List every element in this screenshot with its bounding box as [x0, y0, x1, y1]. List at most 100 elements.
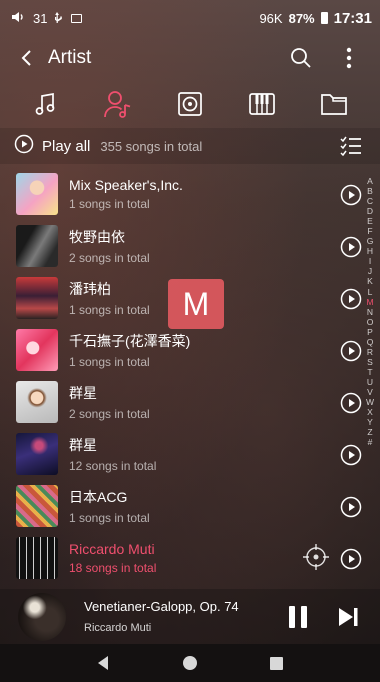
- alphabet-letter[interactable]: G: [367, 236, 374, 246]
- artist-row[interactable]: Mix Speaker's,Inc. 1 songs in total: [0, 168, 380, 220]
- music-app-screen: 31 96K 87% 17:31 Artist Play all 355 son…: [0, 0, 380, 682]
- gallery-notification-icon: [71, 13, 83, 23]
- nav-home-button[interactable]: [170, 648, 210, 678]
- more-options-button[interactable]: [334, 43, 364, 73]
- artist-song-count: 12 songs in total: [69, 459, 157, 473]
- alphabet-letter[interactable]: W: [366, 397, 374, 407]
- volume-icon: [12, 11, 26, 26]
- alphabet-letter[interactable]: Z: [367, 427, 372, 437]
- multi-select-button[interactable]: [336, 131, 366, 161]
- alphabet-letter[interactable]: Y: [367, 417, 373, 427]
- artist-row[interactable]: 群星 12 songs in total: [0, 428, 380, 480]
- alphabet-letter[interactable]: O: [367, 317, 374, 327]
- artist-name: Mix Speaker's,Inc.: [69, 177, 183, 193]
- search-button[interactable]: [286, 43, 316, 73]
- alphabet-letter[interactable]: S: [367, 357, 373, 367]
- artist-song-count: 2 songs in total: [69, 407, 150, 421]
- artist-thumbnail: [16, 485, 58, 527]
- artist-song-count: 1 songs in total: [69, 197, 150, 211]
- alphabet-letter[interactable]: F: [367, 226, 372, 236]
- artist-row[interactable]: 牧野由依 2 songs in total: [0, 220, 380, 272]
- tab-albums[interactable]: [168, 84, 212, 124]
- artist-row[interactable]: 群星 2 songs in total: [0, 376, 380, 428]
- play-circle-icon[interactable]: [340, 496, 362, 518]
- play-circle-icon: [14, 134, 34, 153]
- folder-icon: [321, 94, 347, 115]
- artist-song-count: 18 songs in total: [69, 561, 157, 575]
- back-arrow-icon: [21, 50, 31, 66]
- alphabet-letter[interactable]: B: [367, 186, 373, 196]
- system-navigation-bar: [0, 644, 380, 682]
- tab-folders[interactable]: [312, 84, 356, 124]
- tab-songs[interactable]: [24, 84, 68, 124]
- artist-row[interactable]: 千石撫子(花澤香菜) 1 songs in total: [0, 324, 380, 376]
- alphabet-letter[interactable]: K: [367, 276, 373, 286]
- alphabet-letter[interactable]: Q: [367, 337, 374, 347]
- alphabet-letter[interactable]: X: [367, 407, 373, 417]
- letter-popup: M: [168, 279, 224, 329]
- page-title: Artist: [48, 47, 92, 68]
- artist-list: Mix Speaker's,Inc. 1 songs in total 牧野由依…: [0, 168, 380, 584]
- play-circle-icon[interactable]: [340, 548, 362, 570]
- artist-thumbnail: [16, 381, 58, 423]
- locate-current-song-icon[interactable]: [300, 541, 332, 573]
- alphabet-index[interactable]: A B C D E F G H I J K L M N O P Q R S T U V W X Y Z #: [363, 176, 377, 447]
- artist-icon: [104, 91, 131, 118]
- mini-player[interactable]: Venetianer-Galopp, Op. 74 Riccardo Muti: [0, 589, 380, 644]
- alphabet-letter[interactable]: N: [367, 307, 373, 317]
- now-playing-cover: [18, 592, 66, 641]
- now-playing-title: Venetianer-Galopp, Op. 74: [84, 599, 239, 614]
- alphabet-letter[interactable]: T: [367, 367, 372, 377]
- alphabet-letter[interactable]: H: [367, 246, 373, 256]
- artist-name: 牧野由依: [69, 229, 125, 245]
- back-triangle-icon: [98, 656, 109, 670]
- alphabet-letter[interactable]: V: [367, 387, 373, 397]
- alphabet-letter[interactable]: #: [368, 437, 373, 447]
- back-button[interactable]: [6, 40, 46, 76]
- play-circle-icon[interactable]: [340, 288, 362, 310]
- play-circle-icon[interactable]: [340, 340, 362, 362]
- play-all-button[interactable]: [14, 134, 34, 159]
- play-circle-icon[interactable]: [340, 392, 362, 414]
- tab-artists[interactable]: [96, 84, 140, 124]
- artist-thumbnail: [16, 433, 58, 475]
- app-header: Artist: [0, 40, 380, 76]
- play-circle-icon[interactable]: [340, 444, 362, 466]
- nav-recents-button[interactable]: [257, 648, 297, 678]
- next-button[interactable]: [334, 603, 362, 631]
- artist-row[interactable]: 日本ACG 1 songs in total: [0, 480, 380, 532]
- artist-thumbnail: [16, 225, 58, 267]
- piano-icon: [249, 93, 275, 115]
- artist-thumbnail: [16, 277, 58, 319]
- alphabet-letter[interactable]: U: [367, 377, 373, 387]
- alphabet-letter[interactable]: P: [367, 327, 373, 337]
- alphabet-letter[interactable]: D: [367, 206, 373, 216]
- more-vertical-icon: [346, 47, 352, 69]
- artist-song-count: 1 songs in total: [69, 355, 150, 369]
- artist-name: Riccardo Muti: [69, 541, 155, 557]
- nav-back-button[interactable]: [83, 648, 123, 678]
- alphabet-letter[interactable]: C: [367, 196, 373, 206]
- artist-name: 群星: [69, 437, 97, 453]
- alphabet-letter[interactable]: M: [366, 297, 373, 307]
- artist-thumbnail: [16, 329, 58, 371]
- home-circle-icon: [182, 656, 197, 670]
- artist-row-playing[interactable]: Riccardo Muti 18 songs in total: [0, 532, 380, 584]
- artist-thumbnail: [16, 173, 58, 215]
- artist-song-count: 1 songs in total: [69, 511, 150, 525]
- pause-button[interactable]: [284, 603, 312, 631]
- alphabet-letter[interactable]: E: [367, 216, 373, 226]
- alphabet-letter[interactable]: I: [369, 256, 371, 266]
- play-all-label[interactable]: Play all: [42, 138, 90, 155]
- alphabet-letter[interactable]: J: [368, 266, 372, 276]
- play-all-bar: Play all 355 songs in total: [0, 128, 380, 164]
- alphabet-letter[interactable]: R: [367, 347, 373, 357]
- artist-name: 潘玮柏: [69, 281, 111, 297]
- play-circle-icon[interactable]: [340, 184, 362, 206]
- alphabet-letter[interactable]: A: [367, 176, 373, 186]
- play-circle-icon[interactable]: [340, 236, 362, 258]
- tab-genres[interactable]: [240, 84, 284, 124]
- skip-next-icon: [339, 607, 358, 626]
- library-tabs: [0, 84, 380, 124]
- alphabet-letter[interactable]: L: [368, 287, 373, 297]
